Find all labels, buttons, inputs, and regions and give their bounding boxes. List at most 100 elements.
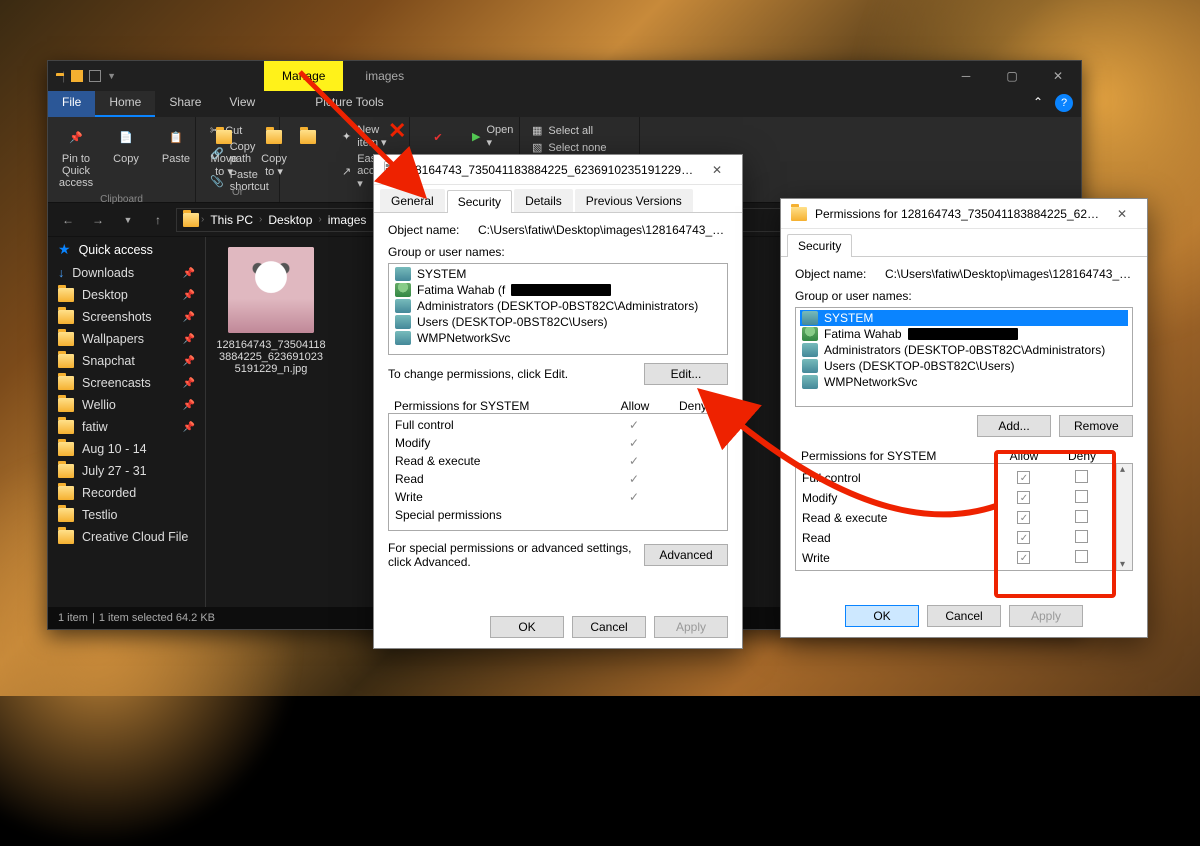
- user-label: Fatima Wahab (f: [417, 283, 505, 297]
- download-icon: ↓: [58, 266, 64, 280]
- ok-button[interactable]: OK: [490, 616, 564, 638]
- user-list-item[interactable]: Administrators (DESKTOP-0BST82C\Administ…: [393, 298, 723, 314]
- deny-checkbox[interactable]: [1075, 530, 1088, 543]
- tab-security[interactable]: Security: [447, 190, 512, 213]
- sidebar-item[interactable]: Wellio📌: [48, 394, 205, 416]
- close-button[interactable]: ✕: [1035, 61, 1081, 91]
- qat-save-icon[interactable]: [71, 70, 83, 82]
- group-icon: [395, 267, 411, 281]
- tab-previous-versions[interactable]: Previous Versions: [575, 189, 693, 212]
- user-list-item[interactable]: Fatima Wahab: [800, 326, 1128, 342]
- tab-details[interactable]: Details: [514, 189, 573, 212]
- check-icon: ✔: [424, 123, 452, 151]
- qat-undo-icon[interactable]: [89, 70, 101, 82]
- users-listbox[interactable]: SYSTEMFatima WahabAdministrators (DESKTO…: [795, 307, 1133, 407]
- menu-share[interactable]: Share: [155, 91, 215, 117]
- sidebar-item[interactable]: ↓Downloads📌: [48, 262, 205, 284]
- deny-checkbox[interactable]: [1075, 550, 1088, 563]
- close-button[interactable]: ✕: [1107, 207, 1137, 221]
- user-list-item[interactable]: Users (DESKTOP-0BST82C\Users): [800, 358, 1128, 374]
- contextual-tab-manage[interactable]: Manage: [264, 61, 343, 91]
- sidebar-item[interactable]: Screenshots📌: [48, 306, 205, 328]
- ribbon-selectall[interactable]: ▦Select all: [528, 123, 631, 138]
- allow-checkbox[interactable]: [1017, 491, 1030, 504]
- sidebar-item[interactable]: Wallpapers📌: [48, 328, 205, 350]
- sidebar-item[interactable]: fatiw📌: [48, 416, 205, 438]
- crumb-thispc[interactable]: This PC: [206, 213, 257, 227]
- menu-picture-tools[interactable]: Picture Tools: [301, 91, 397, 117]
- crumb-images[interactable]: images: [324, 213, 371, 227]
- menu-view[interactable]: View: [215, 91, 269, 117]
- ok-button[interactable]: OK: [845, 605, 919, 627]
- sidebar-item[interactable]: Creative Cloud File: [48, 526, 205, 548]
- ribbon-newitem[interactable]: ✦New item ▾: [338, 123, 401, 150]
- tab-general[interactable]: General: [380, 189, 445, 212]
- user-list-item[interactable]: WMPNetworkSvc: [393, 330, 723, 346]
- menu-file[interactable]: File: [48, 91, 95, 117]
- qat-dropdown-icon[interactable]: ▼: [107, 71, 116, 81]
- sidebar-item[interactable]: Testlio: [48, 504, 205, 526]
- user-list-item[interactable]: Administrators (DESKTOP-0BST82C\Administ…: [800, 342, 1128, 358]
- deny-checkbox[interactable]: [1075, 470, 1088, 483]
- user-list-item[interactable]: SYSTEM: [393, 266, 723, 282]
- maximize-button[interactable]: ▢: [989, 61, 1035, 91]
- sidebar-item[interactable]: Desktop📌: [48, 284, 205, 306]
- ribbon-moveto[interactable]: Move to ▾: [204, 121, 244, 187]
- sidebar-item[interactable]: Aug 10 - 14: [48, 438, 205, 460]
- user-list-item[interactable]: WMPNetworkSvc: [800, 374, 1128, 390]
- sidebar-item-label: Screencasts: [82, 376, 151, 390]
- user-list-item[interactable]: Users (DESKTOP-0BST82C\Users): [393, 314, 723, 330]
- help-icon[interactable]: ?: [1055, 94, 1073, 112]
- dialog-title: 128164743_735041183884225_62369102351912…: [402, 163, 694, 177]
- sidebar-item[interactable]: July 27 - 31: [48, 460, 205, 482]
- folder-plus-icon: [294, 123, 322, 151]
- ribbon-open[interactable]: ▶Open ▾: [468, 123, 517, 150]
- remove-button[interactable]: Remove: [1059, 415, 1133, 437]
- sidebar-item-label: Wellio: [82, 398, 116, 412]
- apply-button[interactable]: Apply: [654, 616, 728, 638]
- nav-recent[interactable]: ▼: [116, 208, 140, 232]
- ribbon-collapse-icon[interactable]: ⌃: [1025, 91, 1051, 117]
- nav-back[interactable]: ←: [56, 208, 80, 232]
- pin-icon: 📌: [183, 356, 195, 367]
- sidebar-item[interactable]: Snapchat📌: [48, 350, 205, 372]
- sidebar-item-label: Screenshots: [82, 310, 151, 324]
- cancel-button[interactable]: Cancel: [572, 616, 646, 638]
- file-thumb[interactable]: 128164743_735041183884225_62369102351912…: [216, 247, 326, 375]
- user-label: WMPNetworkSvc: [824, 375, 917, 389]
- deny-header: Deny: [1053, 449, 1111, 463]
- add-button[interactable]: Add...: [977, 415, 1051, 437]
- scrollbar[interactable]: [1116, 464, 1132, 570]
- sidebar-item-label: fatiw: [82, 420, 108, 434]
- tab-security[interactable]: Security: [787, 234, 852, 257]
- advanced-button[interactable]: Advanced: [644, 544, 728, 566]
- nav-up[interactable]: ↑: [146, 208, 170, 232]
- users-listbox[interactable]: SYSTEMFatima Wahab (fAdministrators (DES…: [388, 263, 728, 355]
- titlebar: | ▼ Manage images ─ ▢ ✕: [48, 61, 1081, 91]
- allow-checkbox[interactable]: [1017, 511, 1030, 524]
- user-list-item[interactable]: SYSTEM: [800, 310, 1128, 326]
- sidebar-item-label: July 27 - 31: [82, 464, 147, 478]
- allow-checkbox[interactable]: [1017, 471, 1030, 484]
- ribbon-paste[interactable]: 📋Paste: [156, 121, 196, 194]
- deny-checkbox[interactable]: [1075, 490, 1088, 503]
- user-list-item[interactable]: Fatima Wahab (f: [393, 282, 723, 298]
- ribbon-copy[interactable]: 📄Copy: [106, 121, 146, 194]
- sidebar-item[interactable]: Recorded: [48, 482, 205, 504]
- menu-home[interactable]: Home: [95, 91, 155, 117]
- ribbon-newfolder[interactable]: [288, 121, 328, 200]
- allow-checkbox[interactable]: [1017, 531, 1030, 544]
- deny-checkbox[interactable]: [1075, 510, 1088, 523]
- minimize-button[interactable]: ─: [943, 61, 989, 91]
- nav-forward[interactable]: →: [86, 208, 110, 232]
- ribbon-pin[interactable]: 📌Pin to Quick access: [56, 121, 96, 194]
- crumb-desktop[interactable]: Desktop: [264, 213, 316, 227]
- cancel-button[interactable]: Cancel: [927, 605, 1001, 627]
- sidebar-item[interactable]: Screencasts📌: [48, 372, 205, 394]
- edit-button[interactable]: Edit...: [644, 363, 728, 385]
- allow-checkbox[interactable]: [1017, 551, 1030, 564]
- ribbon-selectnone[interactable]: ▧Select none: [528, 140, 631, 155]
- apply-button[interactable]: Apply: [1009, 605, 1083, 627]
- close-button[interactable]: ✕: [702, 163, 732, 177]
- sidebar-quick-access[interactable]: ★Quick access: [48, 237, 205, 262]
